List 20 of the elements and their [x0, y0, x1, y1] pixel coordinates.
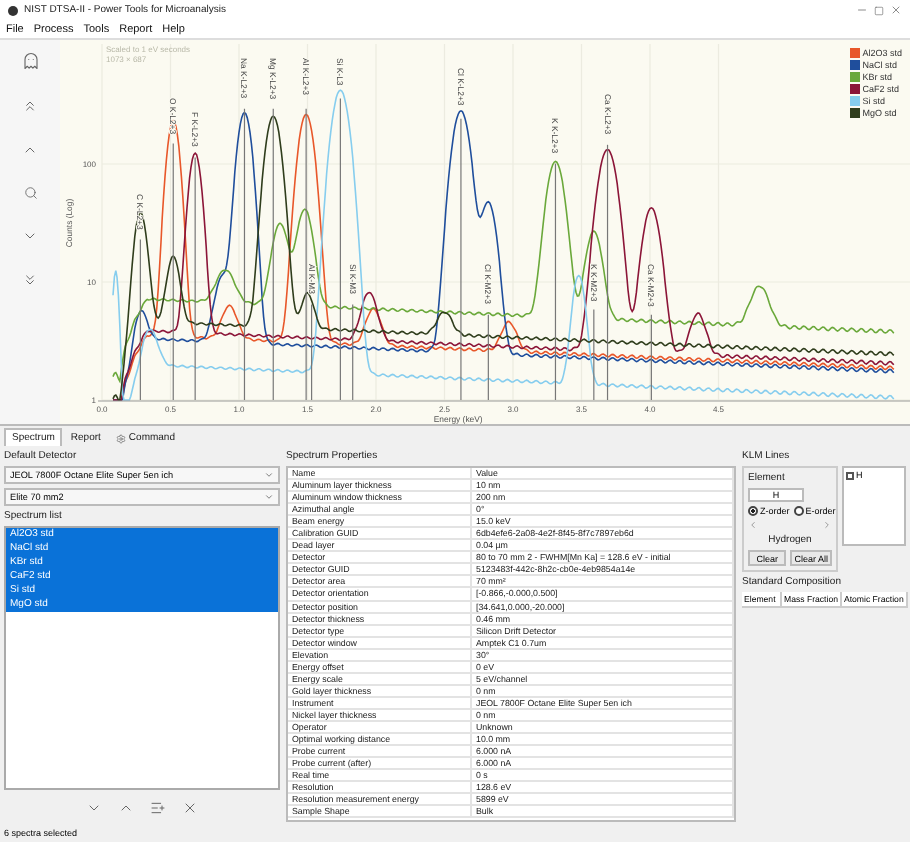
- move-down-icon[interactable]: [86, 800, 102, 816]
- marker-line: [311, 303, 313, 401]
- move-up-icon[interactable]: [118, 800, 134, 816]
- caret-icon: [264, 492, 274, 502]
- gear-icon: [116, 433, 127, 443]
- marker-line: [593, 309, 595, 401]
- list-icon[interactable]: [150, 800, 166, 816]
- remove-icon[interactable]: [182, 800, 198, 816]
- marker-line: [650, 314, 652, 401]
- search-icon[interactable]: [23, 186, 37, 200]
- double-down-icon[interactable]: [22, 272, 38, 288]
- caret-icon: [264, 470, 274, 480]
- down-icon[interactable]: [22, 228, 38, 244]
- alien-head-icon[interactable]: [21, 52, 39, 70]
- up-icon[interactable]: [22, 142, 38, 158]
- marker-line: [352, 303, 354, 401]
- marker-line: [487, 314, 489, 401]
- close-icon[interactable]: [890, 4, 902, 16]
- double-up-icon[interactable]: [22, 98, 38, 114]
- app-icon: [8, 5, 18, 15]
